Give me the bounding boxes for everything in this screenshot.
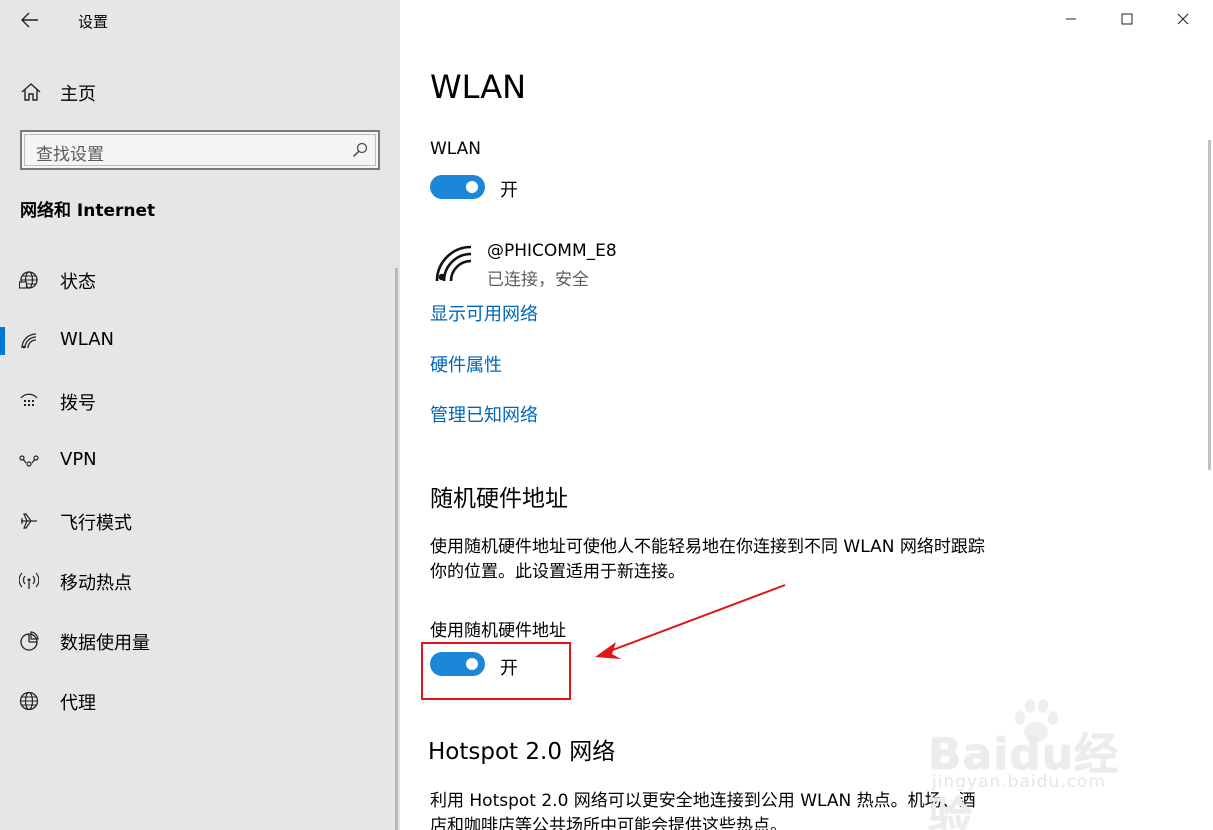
sidebar-item-airplane[interactable]: 飞行模式 — [0, 499, 400, 543]
sidebar-item-proxy-label: 代理 — [60, 693, 96, 714]
wlan-toggle-label: WLAN — [430, 139, 482, 159]
maximize-button[interactable] — [1104, 0, 1150, 38]
globe-icon — [19, 691, 39, 711]
main-scrollbar[interactable] — [1208, 140, 1211, 470]
wlan-toggle[interactable] — [430, 175, 485, 199]
random-hw-toggle[interactable] — [430, 652, 485, 676]
manage-known-networks-link[interactable]: 管理已知网络 — [430, 401, 538, 427]
toggle-knob — [466, 181, 478, 193]
paw-logo-icon — [1015, 699, 1058, 742]
sidebar-item-home[interactable]: 主页 — [0, 74, 400, 110]
sidebar: 设置 主页 查找设置 网络和 Internet 状态 WLAN 拨号 VPN 飞… — [0, 0, 400, 830]
wifi-signal-icon — [435, 245, 472, 282]
network-name: @PHICOMM_E8 — [487, 241, 617, 261]
sidebar-item-airplane-label: 飞行模式 — [60, 513, 132, 534]
home-icon — [21, 83, 41, 101]
show-available-networks-link[interactable]: 显示可用网络 — [430, 300, 538, 326]
toggle-knob — [466, 658, 478, 670]
random-hw-toggle-state: 开 — [500, 658, 518, 679]
page-title: WLAN — [430, 68, 527, 106]
home-label: 主页 — [60, 84, 96, 105]
random-hw-heading: 随机硬件地址 — [430, 486, 568, 512]
back-arrow-icon — [21, 12, 38, 28]
wlan-toggle-state: 开 — [500, 180, 518, 201]
hardware-properties-link[interactable]: 硬件属性 — [430, 351, 502, 377]
sidebar-item-dialup[interactable]: 拨号 — [0, 379, 400, 423]
dialup-icon — [20, 393, 38, 406]
network-status: 已连接，安全 — [487, 270, 589, 290]
hotspot-heading: Hotspot 2.0 网络 — [428, 739, 616, 765]
vpn-icon — [19, 455, 39, 467]
back-button[interactable] — [14, 6, 46, 34]
random-hw-toggle-label: 使用随机硬件地址 — [430, 621, 566, 641]
sidebar-item-hotspot-label: 移动热点 — [60, 573, 132, 594]
close-button[interactable] — [1160, 0, 1206, 38]
airplane-icon — [21, 513, 37, 529]
sidebar-item-data-usage-label: 数据使用量 — [60, 633, 150, 654]
search-input[interactable]: 查找设置 — [20, 130, 380, 170]
random-hw-description: 使用随机硬件地址可使他人不能轻易地在你连接到不同 WLAN 网络时跟踪你的位置。… — [430, 537, 985, 582]
minimize-icon — [1066, 18, 1076, 20]
baidu-watermark: Baidu经验 jingyan.baidu.com — [928, 690, 1158, 830]
section-title: 网络和 Internet — [20, 201, 156, 221]
app-title: 设置 — [78, 13, 109, 31]
sidebar-item-status[interactable]: 状态 — [0, 258, 400, 302]
sidebar-item-dialup-label: 拨号 — [60, 393, 96, 414]
selected-indicator — [0, 327, 5, 355]
sidebar-item-hotspot[interactable]: 移动热点 — [0, 559, 400, 603]
minimize-button[interactable] — [1048, 0, 1094, 38]
sidebar-item-vpn-label: VPN — [60, 449, 97, 470]
maximize-icon — [1121, 13, 1133, 25]
sidebar-item-wlan-label: WLAN — [60, 329, 115, 350]
hotspot-icon — [19, 572, 39, 589]
sidebar-item-status-label: 状态 — [60, 272, 96, 293]
sidebar-scrollbar[interactable] — [395, 268, 398, 830]
search-placeholder: 查找设置 — [36, 145, 104, 165]
wifi-icon — [21, 333, 37, 349]
search-icon[interactable] — [352, 142, 368, 158]
sidebar-item-vpn[interactable]: VPN — [0, 439, 400, 483]
sidebar-item-proxy[interactable]: 代理 — [0, 679, 400, 723]
annotation-arrow-icon — [595, 584, 786, 659]
data-usage-icon — [20, 631, 39, 651]
status-globe-icon — [19, 271, 38, 289]
sidebar-item-wlan[interactable]: WLAN — [0, 319, 400, 363]
sidebar-item-data-usage[interactable]: 数据使用量 — [0, 619, 400, 663]
close-icon — [1177, 13, 1189, 25]
hotspot-description: 利用 Hotspot 2.0 网络可以更安全地连接到公用 WLAN 热点。机场、… — [430, 791, 976, 830]
